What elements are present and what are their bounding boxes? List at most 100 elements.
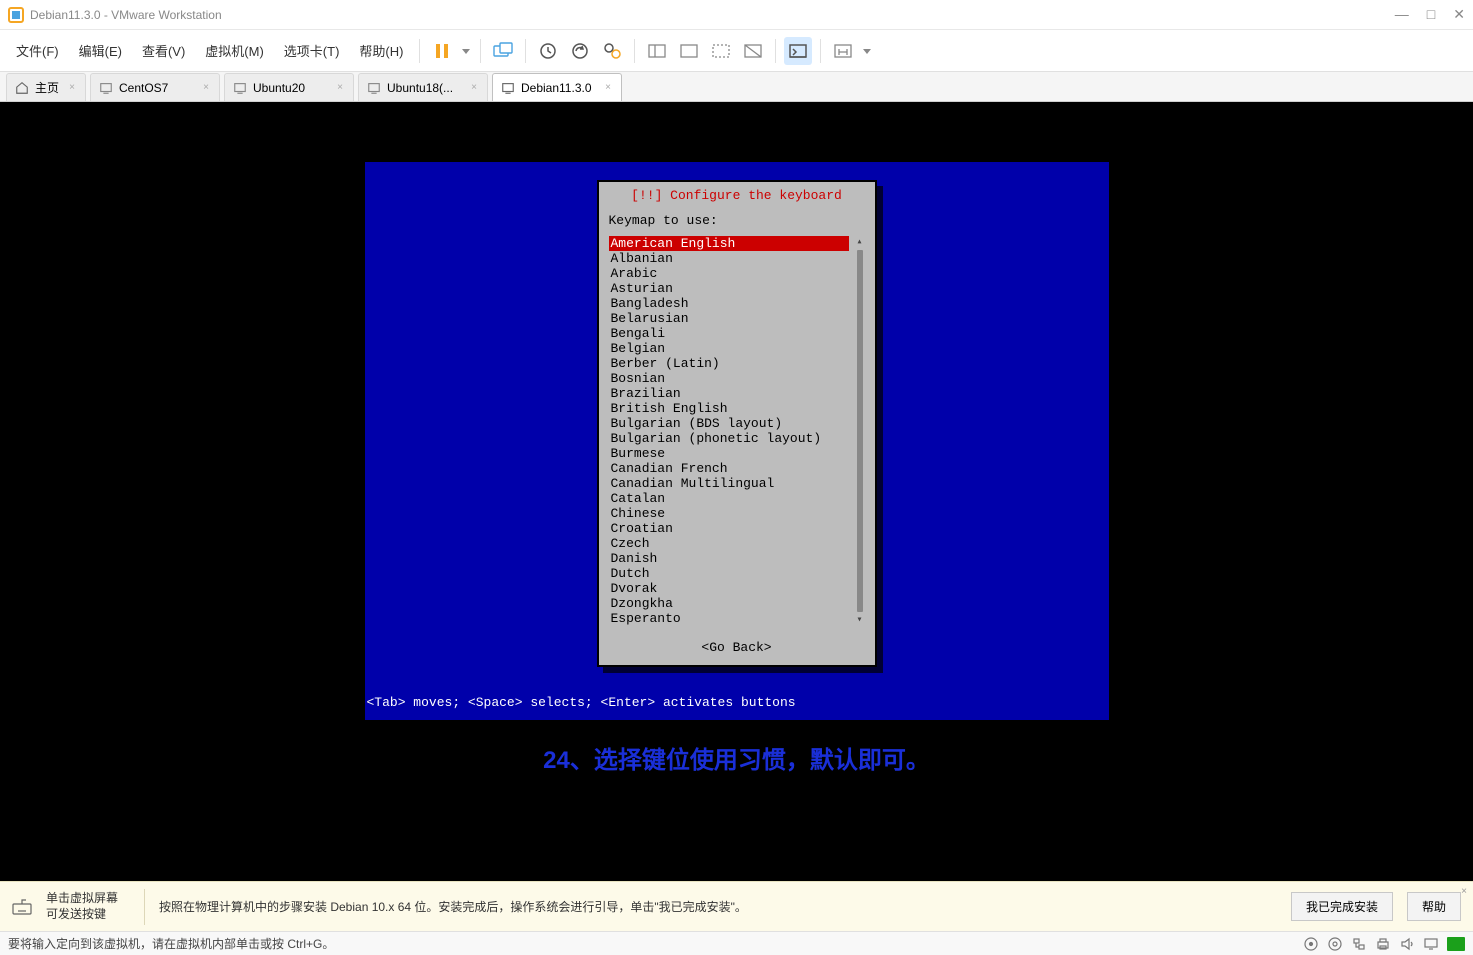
tab-close-button[interactable]: × [67,82,77,93]
status-printer-icon[interactable] [1375,936,1391,952]
keymap-option[interactable]: Bosnian [609,371,849,386]
snapshot-revert-button[interactable] [566,37,594,65]
keymap-option[interactable]: Belarusian [609,311,849,326]
status-network-icon[interactable] [1351,936,1367,952]
keymap-option[interactable]: Bulgarian (BDS layout) [609,416,849,431]
window-minimize-button[interactable]: — [1395,6,1409,23]
infobar-hint-click: 单击虚拟屏幕 可发送按键 [46,891,130,922]
keymap-option[interactable]: Brazilian [609,386,849,401]
keymap-option[interactable]: Danish [609,551,849,566]
keymap-option[interactable]: American English [609,236,849,251]
tab-label: Ubuntu20 [253,81,305,95]
keymap-option[interactable]: Bangladesh [609,296,849,311]
tab-close-button[interactable]: × [469,82,479,93]
menu-help[interactable]: 帮助(H) [351,37,411,64]
tab-label: Ubuntu18(... [387,81,453,95]
tab-home[interactable]: 主页 × [6,73,86,101]
keymap-option[interactable]: Burmese [609,446,849,461]
keymap-option[interactable]: Berber (Latin) [609,356,849,371]
keymap-option[interactable]: Albanian [609,251,849,266]
menu-file[interactable]: 文件(F) [8,37,67,64]
status-cd-icon[interactable] [1327,936,1343,952]
keymap-option[interactable]: Dzongkha [609,596,849,611]
tab-label: Debian11.3.0 [521,81,592,95]
keymap-option[interactable]: British English [609,401,849,416]
snapshot-take-button[interactable] [534,37,562,65]
view-fullscreen-button[interactable] [707,37,735,65]
home-icon [15,81,29,95]
installer-list: American EnglishAlbanianArabicAsturianBa… [609,236,865,626]
vm-display-area[interactable]: [!!] Configure the keyboard Keymap to us… [0,102,1473,881]
stretch-button[interactable] [829,37,857,65]
installer-scrollbar[interactable]: ▴ ▾ [855,236,865,626]
vm-icon [99,81,113,95]
infobar-close-button[interactable]: × [1461,886,1467,897]
tab-centos7[interactable]: CentOS7 × [90,73,220,101]
annotation-text: 24、选择键位使用习惯，默认即可。 [543,740,930,775]
status-display-icon[interactable] [1423,936,1439,952]
keymap-option[interactable]: Dutch [609,566,849,581]
menu-vm[interactable]: 虚拟机(M) [197,37,272,64]
keyboard-icon [12,899,32,915]
scroll-down-icon[interactable]: ▾ [856,614,862,626]
window-maximize-button[interactable]: □ [1427,6,1435,23]
vm-screen[interactable]: [!!] Configure the keyboard Keymap to us… [365,162,1109,720]
status-sound-icon[interactable] [1399,936,1415,952]
vm-icon [233,81,247,95]
keymap-option[interactable]: Catalan [609,491,849,506]
menu-edit[interactable]: 编辑(E) [71,37,130,64]
keymap-option[interactable]: Bulgarian (phonetic layout) [609,431,849,446]
status-hdd-icon[interactable] [1303,936,1319,952]
scroll-up-icon[interactable]: ▴ [856,236,862,248]
installer-go-back-button[interactable]: <Go Back> [609,640,865,655]
keymap-option[interactable]: Canadian Multilingual [609,476,849,491]
view-unity-button[interactable] [739,37,767,65]
menubar: 文件(F) 编辑(E) 查看(V) 虚拟机(M) 选项卡(T) 帮助(H) [0,30,1473,72]
help-button[interactable]: 帮助 [1407,892,1461,921]
quick-switch-button[interactable] [784,37,812,65]
pause-dropdown[interactable] [460,37,472,65]
separator [634,39,635,63]
keymap-option[interactable]: Canadian French [609,461,849,476]
separator [820,39,821,63]
tab-ubuntu20[interactable]: Ubuntu20 × [224,73,354,101]
tab-close-button[interactable]: × [335,82,345,93]
keymap-option[interactable]: Croatian [609,521,849,536]
window-title: Debian11.3.0 - VMware Workstation [30,8,1395,22]
tabbar: 主页 × CentOS7 × Ubuntu20 × Ubuntu18(... ×… [0,72,1473,102]
tab-debian11[interactable]: Debian11.3.0 × [492,73,622,101]
scroll-track[interactable] [857,250,863,612]
view-console-button[interactable] [675,37,703,65]
tab-close-button[interactable]: × [201,82,211,93]
window-close-button[interactable]: ✕ [1453,6,1465,23]
installer-prompt: Keymap to use: [609,213,865,228]
installer-title: [!!] Configure the keyboard [609,188,865,203]
status-message-icon[interactable] [1447,937,1465,951]
info-bar: × 单击虚拟屏幕 可发送按键 按照在物理计算机中的步骤安装 Debian 10.… [0,881,1473,931]
keymap-option[interactable]: Dvorak [609,581,849,596]
pause-button[interactable] [428,37,456,65]
keymap-option[interactable]: Bengali [609,326,849,341]
menu-tabs[interactable]: 选项卡(T) [276,37,348,64]
keymap-option[interactable]: Belgian [609,341,849,356]
tab-ubuntu18[interactable]: Ubuntu18(... × [358,73,488,101]
tab-home-label: 主页 [35,79,59,96]
stretch-dropdown[interactable] [861,37,873,65]
status-bar: 要将输入定向到该虚拟机，请在虚拟机内部单击或按 Ctrl+G。 [0,931,1473,955]
keymap-option[interactable]: Arabic [609,266,849,281]
keymap-option[interactable]: Asturian [609,281,849,296]
separator [144,889,145,925]
send-ctrl-alt-del-button[interactable] [489,37,517,65]
separator [525,39,526,63]
keymap-option[interactable]: Esperanto [609,611,849,626]
menu-view[interactable]: 查看(V) [134,37,193,64]
keymap-option[interactable]: Chinese [609,506,849,521]
install-done-button[interactable]: 我已完成安装 [1291,892,1393,921]
view-single-button[interactable] [643,37,671,65]
keymap-option[interactable]: Czech [609,536,849,551]
tab-close-button[interactable]: × [603,82,613,93]
snapshot-manage-button[interactable] [598,37,626,65]
vm-icon [501,81,515,95]
tab-label: CentOS7 [119,81,168,95]
separator [480,39,481,63]
